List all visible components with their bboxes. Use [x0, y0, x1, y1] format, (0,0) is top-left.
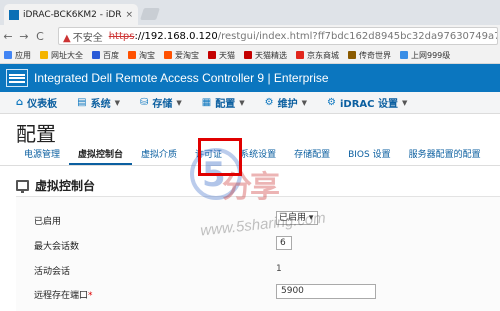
tab-6[interactable]: BIOS 设置 — [339, 148, 400, 165]
bookmark-item[interactable]: 上网999级 — [400, 50, 450, 61]
monitor-icon — [16, 180, 29, 193]
tab-2[interactable]: 虚拟介质 — [132, 148, 186, 165]
bookmark-label: 淘宝 — [139, 50, 155, 60]
bookmark-label: 应用 — [15, 50, 31, 60]
bookmark-label: 百度 — [103, 50, 119, 60]
chevron-down-icon: ▼ — [301, 98, 307, 107]
bookmarks-bar: 应用 网址大全 百度 淘宝 爱淘宝 天猫 天猫精选 京东商城 传奇世界 上网999级 — [0, 47, 500, 64]
bookmark-item[interactable]: 淘宝 — [128, 50, 155, 61]
max-sessions-stepper[interactable]: 6 — [276, 236, 292, 250]
menu-item-label: 配置 — [215, 99, 236, 110]
bookmark-item[interactable]: 应用 — [4, 50, 31, 61]
chevron-down-icon: ▼ — [239, 98, 245, 107]
idrac-settings-icon: ⚙ — [327, 97, 336, 108]
bookmark-item[interactable]: 百度 — [92, 50, 119, 61]
active-sessions-value: 1 — [276, 264, 282, 274]
bookmark-icon — [244, 51, 252, 59]
url-protocol: https — [108, 30, 135, 42]
bookmark-icon — [128, 51, 136, 59]
section-title: 虚拟控制台 — [35, 179, 96, 193]
remote-port-input[interactable]: 5900 — [276, 284, 376, 299]
tab-0[interactable]: 电源管理 — [0, 148, 69, 165]
bookmark-item[interactable]: 京东商城 — [296, 50, 339, 61]
active-sessions-label: 活动会话 — [34, 267, 71, 277]
menu-item-idrac-settings[interactable]: ⚙ iDRAC 设置 ▼ — [327, 95, 407, 110]
menu-item-label: 存储 — [152, 99, 173, 110]
chevron-down-icon: ▼ — [401, 98, 408, 107]
bookmark-label: 京东商城 — [307, 50, 339, 60]
tab-title: iDRAC-BCK6KM2 - iDR — [23, 9, 122, 20]
menu-item-label: 仪表板 — [27, 99, 58, 110]
remote-port-label-text: 远程存在端口 — [34, 291, 89, 301]
browser-tab-bar: iDRAC-BCK6KM2 - iDR × — [0, 0, 500, 25]
bookmark-icon — [164, 51, 172, 59]
menu-item-system[interactable]: ▤ 系统 ▼ — [77, 95, 120, 110]
remote-port-label: 远程存在端口* — [34, 288, 93, 301]
new-tab-button[interactable] — [140, 8, 160, 20]
required-marker: * — [88, 291, 93, 301]
tab-5[interactable]: 存储配置 — [285, 148, 339, 165]
idrac-server-icon — [6, 69, 28, 87]
menu-item-home[interactable]: ⌂ 仪表板 — [16, 95, 57, 110]
reload-icon[interactable]: C — [32, 30, 48, 43]
config-icon: ▦ — [201, 97, 212, 108]
bookmark-icon — [40, 51, 48, 59]
main-menu-bar: ⌂ 仪表板 ▤ 系统 ▼ ⛁ 存储 ▼ ▦ 配置 ▼ ⚙ 维护 ▼ ⚙ iDRAC 设置 ▼ — [0, 92, 500, 114]
forward-icon[interactable]: → — [16, 30, 32, 43]
storage-icon: ⛁ — [140, 97, 149, 108]
back-icon[interactable]: ← — [0, 30, 16, 43]
bookmark-label: 上网999级 — [411, 50, 451, 60]
dell-favicon-icon — [9, 9, 19, 20]
security-indicator[interactable]: ▲ 不安全 — [63, 29, 103, 44]
browser-tab[interactable]: iDRAC-BCK6KM2 - iDR × — [4, 4, 138, 25]
chevron-down-icon: ▼ — [176, 98, 182, 107]
menu-item-storage[interactable]: ⛁ 存储 ▼ — [140, 95, 182, 110]
bookmark-item[interactable]: 天猫 — [208, 50, 235, 61]
tab-close-icon[interactable]: × — [125, 10, 133, 20]
warning-icon: ▲ — [63, 32, 71, 44]
tab-7[interactable]: 服务器配置的配置 — [400, 148, 490, 165]
bookmark-icon — [400, 51, 408, 59]
home-icon: ⌂ — [16, 97, 24, 108]
menu-item-label: 系统 — [90, 99, 111, 110]
section-header: 虚拟控制台 — [16, 177, 95, 194]
bookmark-item[interactable]: 网址大全 — [40, 50, 83, 61]
bookmark-icon — [4, 51, 12, 59]
bookmark-label: 网址大全 — [51, 50, 83, 60]
bookmark-icon — [208, 51, 216, 59]
address-row: ← → C ▲ 不安全 https ://192.168.0.120 /restg… — [0, 25, 500, 47]
url-path: /restgui/index.html?ff7bdc162d8945bc32da… — [217, 30, 498, 42]
tab-1[interactable]: 虚拟控制台 — [69, 148, 133, 165]
idrac-header: Integrated Dell Remote Access Controller… — [0, 64, 500, 92]
bookmark-label: 天猫 — [219, 50, 235, 60]
bookmark-item[interactable]: 爱淘宝 — [164, 50, 199, 61]
bookmark-icon — [348, 51, 356, 59]
maintenance-icon: ⚙ — [264, 97, 274, 108]
bookmark-icon — [296, 51, 304, 59]
page-title: 配置 — [16, 122, 56, 146]
menu-item-label: iDRAC 设置 — [339, 99, 398, 110]
bookmark-label: 天猫精选 — [255, 50, 287, 60]
max-sessions-label: 最大会话数 — [34, 242, 80, 252]
system-icon: ▤ — [77, 97, 87, 108]
bookmark-label: 爱淘宝 — [175, 50, 199, 60]
menu-item-maintenance[interactable]: ⚙ 维护 ▼ — [265, 95, 307, 110]
bookmark-label: 传奇世界 — [359, 50, 391, 60]
bookmark-item[interactable]: 天猫精选 — [244, 50, 287, 61]
menu-item-config[interactable]: ▦ 配置 ▼ — [202, 95, 245, 110]
bookmark-icon — [92, 51, 100, 59]
chevron-down-icon: ▼ — [114, 98, 121, 107]
menu-item-label: 维护 — [277, 99, 298, 110]
bookmark-item[interactable]: 传奇世界 — [348, 50, 391, 61]
address-bar[interactable]: ▲ 不安全 https ://192.168.0.120 /restgui/ind… — [58, 27, 498, 45]
security-label: 不安全 — [72, 32, 103, 44]
highlight-box — [198, 138, 242, 176]
enabled-label: 已启用 — [34, 217, 62, 227]
url-host: ://192.168.0.120 — [134, 30, 218, 42]
idrac-title: Integrated Dell Remote Access Controller… — [34, 71, 329, 85]
